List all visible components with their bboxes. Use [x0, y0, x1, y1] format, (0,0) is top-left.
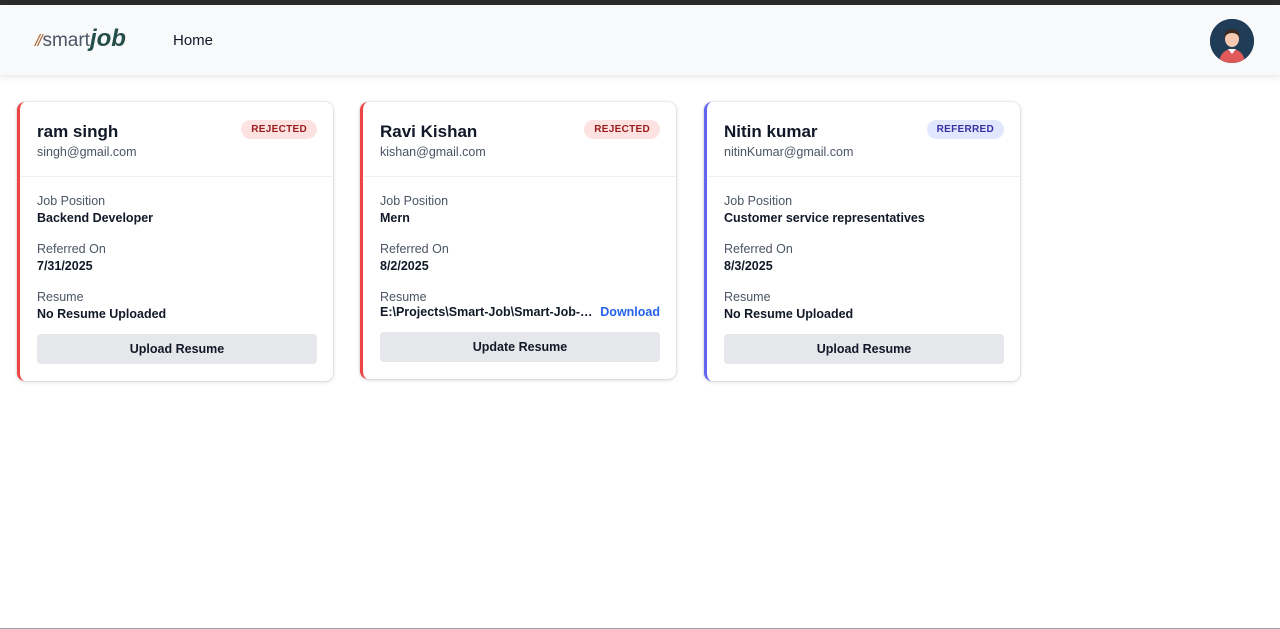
candidate-name: Ravi Kishan — [380, 122, 478, 141]
job-position-field: Job Position Mern — [380, 193, 660, 227]
resume-row: E:\Projects\Smart-Job\Smart-Job-Referral… — [380, 305, 660, 319]
job-position-value: Backend Developer — [37, 211, 154, 225]
field-label: Referred On — [37, 242, 106, 256]
user-avatar[interactable] — [1210, 19, 1254, 63]
field-label: Resume — [380, 290, 427, 304]
candidate-name: Nitin kumar — [724, 122, 818, 141]
logo-smart-text: smart — [42, 30, 90, 51]
resume-file-path: E:\Projects\Smart-Job\Smart-Job-Referral… — [380, 305, 601, 319]
brand-logo[interactable]: // smart job — [35, 25, 126, 53]
field-label: Job Position — [724, 194, 793, 208]
referred-on-value: 8/2/2025 — [380, 259, 429, 273]
status-badge: REJECTED — [584, 120, 660, 139]
referred-on-field: Referred On 8/2/2025 — [380, 241, 660, 275]
referred-on-field: Referred On 7/31/2025 — [37, 241, 317, 275]
card-header: Nitin kumar nitinKumar@gmail.com REFERRE… — [707, 102, 1020, 177]
field-label: Referred On — [724, 242, 793, 256]
card-body: Job Position Customer service representa… — [707, 177, 1020, 381]
user-avatar-icon — [1210, 19, 1254, 63]
referred-on-field: Referred On 8/3/2025 — [724, 241, 1004, 275]
resume-value: No Resume Uploaded — [724, 307, 854, 321]
field-label: Referred On — [380, 242, 449, 256]
card-body: Job Position Backend Developer Referred … — [20, 177, 333, 381]
field-label: Resume — [724, 290, 771, 304]
candidate-email: singh@gmail.com — [37, 145, 137, 159]
referral-card: Nitin kumar nitinKumar@gmail.com REFERRE… — [704, 102, 1020, 381]
resume-field: Resume No Resume Uploaded — [724, 289, 1004, 323]
update-resume-button[interactable]: Update Resume — [380, 332, 660, 362]
logo-slashes: // — [35, 31, 43, 50]
card-header: Ravi Kishan kishan@gmail.com REJECTED — [363, 102, 676, 177]
job-position-field: Job Position Customer service representa… — [724, 193, 1004, 227]
resume-field: Resume E:\Projects\Smart-Job\Smart-Job-R… — [380, 289, 660, 319]
upload-resume-button[interactable]: Upload Resume — [37, 334, 317, 364]
download-resume-link[interactable]: Download — [600, 305, 660, 319]
status-badge: REFERRED — [926, 120, 1004, 139]
resume-field: Resume No Resume Uploaded — [37, 289, 317, 323]
candidate-name: ram singh — [37, 122, 119, 141]
referred-on-value: 7/31/2025 — [37, 259, 93, 273]
nav-home-link[interactable]: Home — [173, 32, 213, 49]
candidate-email: nitinKumar@gmail.com — [724, 145, 854, 159]
logo-job-text: job — [89, 25, 126, 52]
job-position-value: Customer service representatives — [724, 211, 925, 225]
referral-card: ram singh singh@gmail.com REJECTED Job P… — [17, 102, 333, 381]
referral-card: Ravi Kishan kishan@gmail.com REJECTED Jo… — [360, 102, 676, 379]
field-label: Job Position — [37, 194, 106, 208]
resume-value: No Resume Uploaded — [37, 307, 167, 321]
field-label: Job Position — [380, 194, 449, 208]
status-badge: REJECTED — [241, 120, 317, 139]
field-label: Resume — [37, 290, 84, 304]
job-position-value: Mern — [380, 211, 410, 225]
candidate-email: kishan@gmail.com — [380, 145, 486, 159]
card-header: ram singh singh@gmail.com REJECTED — [20, 102, 333, 177]
job-position-field: Job Position Backend Developer — [37, 193, 317, 227]
card-body: Job Position Mern Referred On 8/2/2025 R… — [363, 177, 676, 379]
referred-on-value: 8/3/2025 — [724, 259, 773, 273]
upload-resume-button[interactable]: Upload Resume — [724, 334, 1004, 364]
navbar: // smart job Home — [0, 5, 1280, 75]
